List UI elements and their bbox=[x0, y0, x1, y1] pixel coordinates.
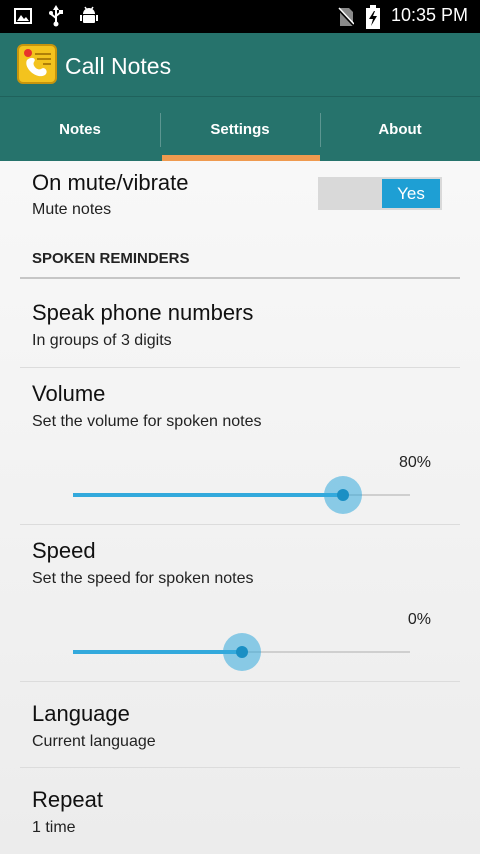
usb-icon bbox=[48, 5, 64, 31]
divider bbox=[20, 681, 460, 682]
android-debug-icon bbox=[80, 5, 98, 31]
divider bbox=[20, 524, 460, 525]
pref-speak-numbers-title: Speak phone numbers bbox=[32, 300, 254, 325]
tab-settings[interactable]: Settings bbox=[160, 97, 320, 162]
app-title: Call Notes bbox=[65, 53, 172, 79]
call-notes-app-icon bbox=[17, 44, 57, 84]
slider-fill bbox=[73, 493, 343, 497]
mute-toggle-knob: Yes bbox=[382, 179, 440, 208]
pref-speed-subtitle: Set the speed for spoken notes bbox=[32, 570, 254, 587]
pref-volume-title: Volume bbox=[32, 381, 106, 406]
image-icon bbox=[14, 8, 32, 28]
slider-thumb[interactable] bbox=[235, 646, 248, 658]
speed-percent: 0% bbox=[407, 611, 431, 628]
section-divider bbox=[20, 277, 460, 279]
speed-slider[interactable] bbox=[73, 632, 410, 672]
pref-language-title: Language bbox=[32, 701, 130, 726]
divider bbox=[20, 367, 460, 368]
mute-toggle[interactable]: Yes bbox=[318, 177, 442, 210]
slider-thumb[interactable] bbox=[336, 489, 349, 501]
pref-speak-numbers-subtitle: In groups of 3 digits bbox=[32, 332, 172, 349]
section-header-spoken-reminders: SPOKEN REMINDERS bbox=[32, 250, 190, 267]
no-sim-icon bbox=[337, 7, 355, 31]
pref-mute-subtitle: Mute notes bbox=[32, 201, 112, 218]
slider-fill bbox=[73, 650, 242, 654]
status-bar: 10:35 PM bbox=[0, 0, 480, 33]
pref-mute-title: On mute/vibrate bbox=[32, 170, 189, 195]
app-bar: Call Notes bbox=[0, 33, 480, 96]
settings-list[interactable]: On mute/vibrate Mute notes Yes SPOKEN RE… bbox=[0, 161, 480, 854]
pref-language-subtitle: Current language bbox=[32, 733, 156, 750]
pref-repeat-title: Repeat bbox=[32, 787, 103, 812]
battery-charging-icon bbox=[366, 5, 380, 33]
volume-slider[interactable] bbox=[73, 475, 410, 515]
pref-volume-subtitle: Set the volume for spoken notes bbox=[32, 413, 262, 430]
divider bbox=[20, 767, 460, 768]
tab-about[interactable]: About bbox=[320, 97, 480, 162]
tab-bar: Notes Settings About bbox=[0, 96, 480, 161]
clock: 10:35 PM bbox=[390, 5, 468, 25]
volume-percent: 80% bbox=[398, 454, 431, 471]
pref-repeat-subtitle: 1 time bbox=[32, 819, 76, 836]
tab-notes[interactable]: Notes bbox=[0, 97, 160, 162]
pref-speed-title: Speed bbox=[32, 538, 96, 563]
